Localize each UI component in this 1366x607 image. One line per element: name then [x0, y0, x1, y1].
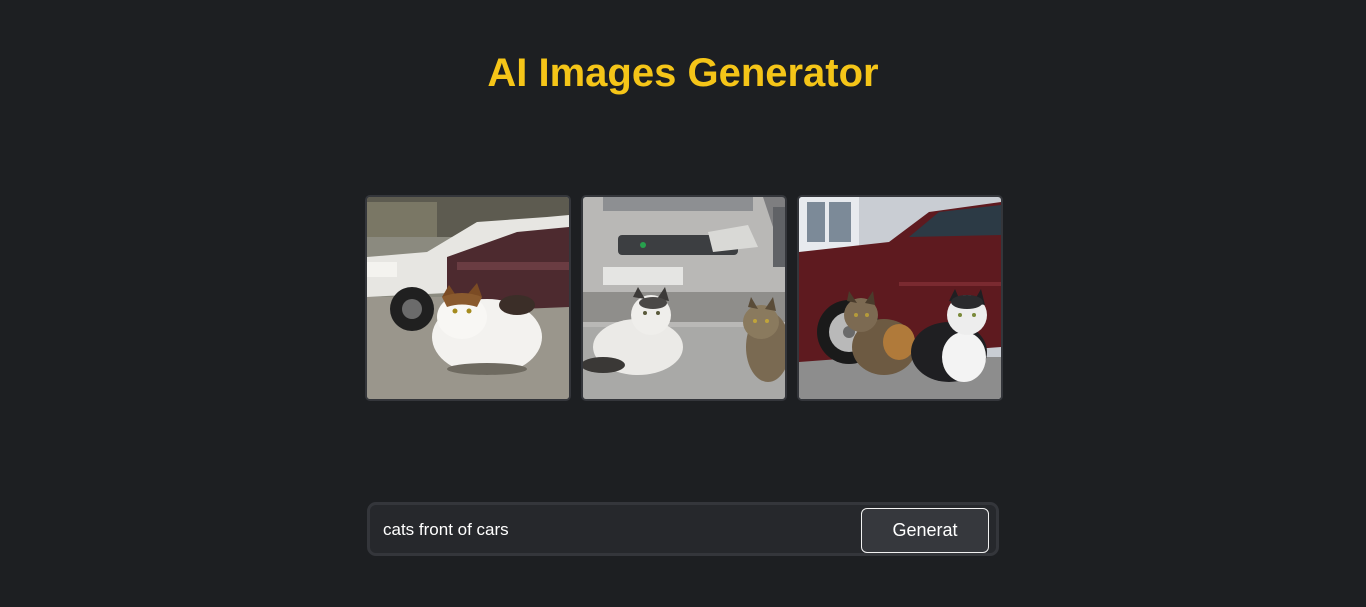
cat-car-image [367, 197, 569, 399]
cat-car-image [799, 197, 1001, 399]
generated-image-2[interactable] [581, 195, 787, 401]
page-title: AI Images Generator [487, 51, 879, 95]
app-page: AI Images Generator cats front of cars G… [0, 0, 1366, 607]
generate-button[interactable]: Generat [861, 508, 989, 553]
cat-car-image [583, 197, 785, 399]
image-gallery [365, 195, 1003, 401]
prompt-input[interactable] [383, 515, 843, 545]
generated-image-1[interactable] [365, 195, 571, 401]
prompt-form: Generat [367, 502, 999, 556]
generated-image-3[interactable] [797, 195, 1003, 401]
